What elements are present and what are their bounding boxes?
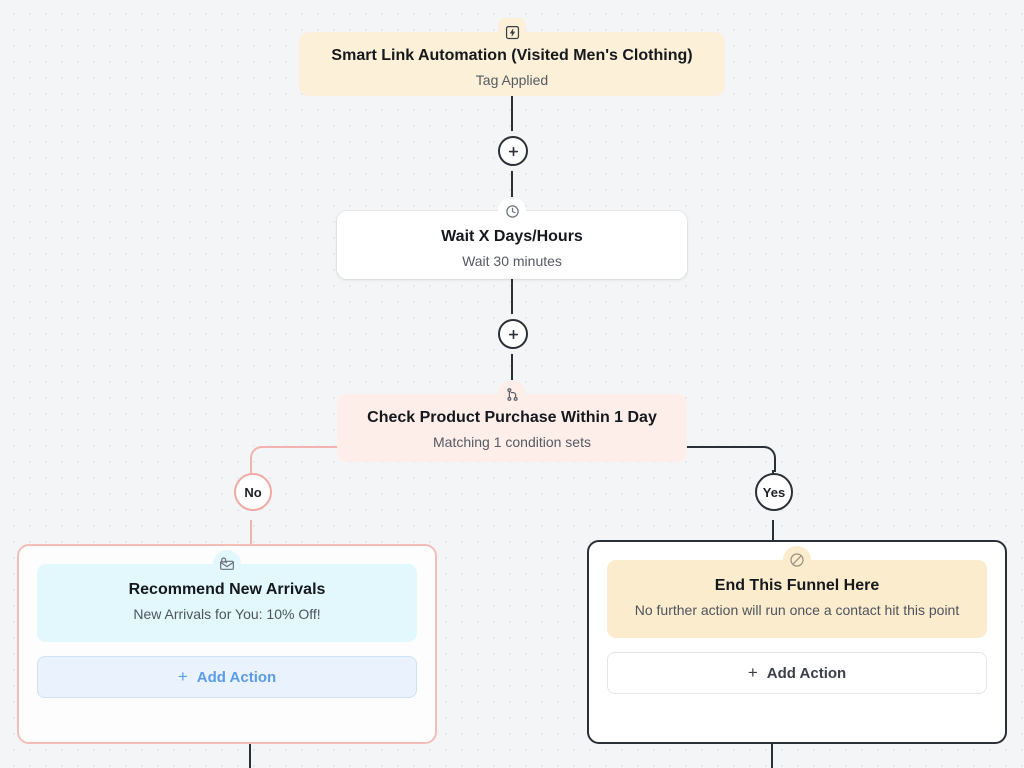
trigger-subtitle: Tag Applied <box>475 71 549 88</box>
lightning-bolt-icon <box>498 18 526 46</box>
wait-title: Wait X Days/Hours <box>441 228 583 245</box>
add-action-button-no[interactable]: + Add Action <box>37 656 417 699</box>
git-branch-icon <box>498 380 526 408</box>
branch-label-yes[interactable]: Yes <box>755 473 793 511</box>
condition-subtitle: Matching 1 condition sets <box>433 433 591 450</box>
branch-label-no-text: No <box>244 484 262 500</box>
connector-no-elbow <box>250 446 342 472</box>
add-action-label-no: Add Action <box>196 668 277 686</box>
no-entry-slash-icon <box>783 546 811 574</box>
clock-icon <box>498 197 526 225</box>
add-action-label-yes: Add Action <box>766 664 847 682</box>
email-action-title: Recommend New Arrivals <box>128 581 326 598</box>
condition-node[interactable]: Check Product Purchase Within 1 Day Matc… <box>337 380 687 462</box>
branch-label-no[interactable]: No <box>234 473 272 511</box>
email-action-subtitle: New Arrivals for You: 10% Off! <box>133 605 321 622</box>
envelope-open-icon <box>213 550 241 578</box>
branch-label-yes-text: Yes <box>762 484 786 500</box>
add-step-button-top[interactable] <box>498 136 528 166</box>
condition-title: Check Product Purchase Within 1 Day <box>367 409 657 426</box>
end-funnel-title: End This Funnel Here <box>714 577 880 594</box>
add-action-button-yes[interactable]: + Add Action <box>607 652 987 695</box>
trigger-node[interactable]: Smart Link Automation (Visited Men's Clo… <box>299 18 725 96</box>
workflow-canvas[interactable]: Smart Link Automation (Visited Men's Clo… <box>0 0 1024 768</box>
trigger-title: Smart Link Automation (Visited Men's Clo… <box>331 47 693 64</box>
add-step-button-middle[interactable] <box>498 319 528 349</box>
end-funnel-subtitle: No further action will run once a contac… <box>634 601 960 618</box>
connector-yes-elbow <box>684 446 776 472</box>
plus-icon: + <box>177 667 188 687</box>
connector-yes-lower <box>772 520 774 542</box>
wait-subtitle: Wait 30 minutes <box>462 252 562 269</box>
connector-no-lower <box>250 520 252 544</box>
wait-node[interactable]: Wait X Days/Hours Wait 30 minutes <box>337 197 687 279</box>
end-funnel-card[interactable]: End This Funnel Here No further action w… <box>607 546 987 639</box>
connector-trigger-to-add <box>511 96 513 138</box>
connector-wait-to-add <box>511 279 513 319</box>
connector-no-branch-out <box>249 744 251 768</box>
connector-yes-branch-out <box>771 744 773 768</box>
email-action-card[interactable]: Recommend New Arrivals New Arrivals for … <box>37 550 417 643</box>
yes-branch-container[interactable]: End This Funnel Here No further action w… <box>587 540 1007 744</box>
no-branch-container[interactable]: Recommend New Arrivals New Arrivals for … <box>17 544 437 744</box>
plus-icon: + <box>747 663 758 683</box>
